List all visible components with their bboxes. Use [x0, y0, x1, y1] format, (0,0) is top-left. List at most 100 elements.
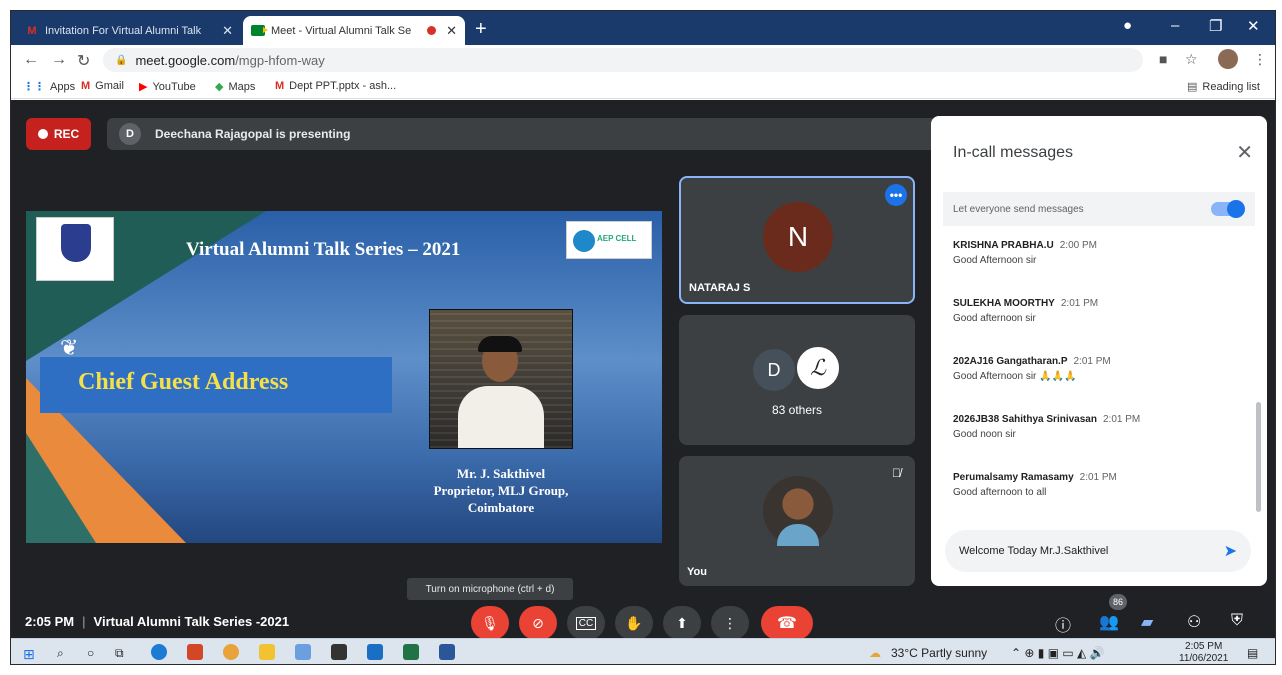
notifications-icon[interactable]: ▤	[1247, 646, 1258, 660]
edge-icon[interactable]	[151, 644, 167, 660]
restore-button[interactable]: ❐	[1209, 17, 1222, 35]
close-window-button[interactable]: ✕	[1247, 17, 1260, 35]
chrome-icon[interactable]	[223, 644, 239, 660]
url-input[interactable]: 🔒 meet.google.com/mgp-hfom-way	[103, 48, 1143, 72]
chief-guest-photo	[429, 309, 573, 449]
tab-meet[interactable]: Meet - Virtual Alumni Talk Se ✕	[243, 16, 465, 45]
leave-call-button[interactable]: ☎	[761, 606, 813, 640]
participant-tile-you[interactable]: 🎙̸ You	[679, 456, 915, 586]
close-tab-icon[interactable]: ✕	[222, 23, 233, 39]
forward-icon[interactable]: →	[51, 51, 67, 69]
presenting-text: Deechana Rajagopal is presenting	[155, 127, 351, 141]
tab-invitation[interactable]: M Invitation For Virtual Alumni Talk ✕	[17, 16, 241, 45]
camera-icon[interactable]: ■	[1159, 51, 1167, 67]
system-tray-icons[interactable]: ⌃ ⊕ ▮ ▣ ▭ ◭ 🔊	[1011, 646, 1105, 660]
slide-caption: Mr. J. Sakthivel Proprietor, MLJ Group, …	[396, 465, 606, 516]
bookmark-apps[interactable]: ⋮⋮ Apps	[23, 80, 75, 94]
bookmark-label: Dept PPT.pptx - ash...	[289, 80, 397, 92]
word-icon[interactable]	[439, 644, 455, 660]
people-icon[interactable]: 👥	[1099, 612, 1119, 632]
cortana-icon[interactable]: ○	[87, 646, 94, 660]
search-icon[interactable]: ⌕	[57, 646, 64, 661]
photo-cap	[478, 336, 522, 352]
office-icon[interactable]	[187, 644, 203, 660]
captions-button[interactable]: CC	[567, 606, 605, 640]
more-options-button[interactable]: ⋮	[711, 606, 749, 640]
banner-text: Chief Guest Address	[78, 369, 289, 395]
task-view-icon[interactable]: ⧉	[115, 646, 124, 661]
self-video	[763, 476, 833, 546]
send-messages-toggle[interactable]	[1211, 200, 1245, 218]
bookmark-gmail[interactable]: M Gmail	[81, 80, 124, 92]
close-icon[interactable]: ✕	[1236, 140, 1253, 165]
activities-icon[interactable]: ⚇	[1187, 612, 1201, 632]
chat-message-input[interactable]: Welcome Today Mr.J.Sakthivel ➤	[945, 530, 1251, 572]
recording-indicator-icon	[427, 26, 437, 35]
chat-scrollbar[interactable]	[1256, 402, 1261, 512]
mail-icon[interactable]	[367, 644, 383, 660]
microphone-toggle-button[interactable]: 🎙	[471, 606, 509, 640]
weather-icon: ☁	[869, 646, 881, 660]
file-explorer-icon[interactable]	[259, 644, 275, 660]
logo-text: AEP CELL	[597, 234, 637, 243]
meet-icon	[251, 25, 268, 36]
profile-avatar[interactable]	[1218, 49, 1238, 69]
bookmark-maps[interactable]: ◆ Maps	[215, 80, 255, 94]
bookmark-youtube[interactable]: ▶ YouTube	[139, 80, 196, 94]
youtube-icon: ▶	[139, 81, 148, 93]
presentation-slide: AEP CELL Virtual Alumni Talk Series – 20…	[26, 211, 662, 543]
message-header: SULEKHA MOORTHY 2:01 PM	[953, 298, 1243, 309]
new-tab-button[interactable]: +	[475, 18, 487, 41]
media-player-icon[interactable]	[295, 644, 311, 660]
taskbar-clock[interactable]: 2:05 PM 11/06/2021	[1179, 641, 1228, 664]
bookmark-dept-ppt[interactable]: M Dept PPT.pptx - ash...	[275, 80, 396, 92]
gmail-icon: M	[275, 80, 285, 92]
screen-frame: M Invitation For Virtual Alumni Talk ✕ M…	[10, 10, 1276, 665]
bookmark-label: Gmail	[95, 80, 124, 92]
message-text: Good afternoon to all	[953, 487, 1047, 498]
message-time: 2:01 PM	[1079, 472, 1117, 483]
reading-list-icon: ▤	[1187, 81, 1198, 93]
message-header: Perumalsamy Ramasamy 2:01 PM	[953, 472, 1243, 483]
message-sender: KRISHNA PRABHA.U	[953, 240, 1054, 251]
host-controls-icon[interactable]: ⛨	[1231, 612, 1243, 630]
meeting-details-icon[interactable]: ⓘ	[1055, 612, 1071, 636]
chat-message: 2026JB38 Sahithya Srinivasan 2:01 PM Good…	[953, 414, 1243, 440]
windows-start-icon[interactable]: ⊞	[23, 646, 35, 663]
close-tab-icon[interactable]: ✕	[446, 23, 457, 39]
chat-message: Perumalsamy Ramasamy 2:01 PM Good afterno…	[953, 472, 1243, 498]
participant-tile-nataraj[interactable]: N ••• NATARAJ S	[679, 176, 915, 304]
message-time: 2:00 PM	[1059, 240, 1097, 251]
excel-icon[interactable]	[403, 644, 419, 660]
menu-kebab-icon[interactable]: ⋮	[1253, 51, 1267, 68]
reading-list-button[interactable]: ▤ Reading list	[1187, 80, 1260, 94]
present-button[interactable]: ⬆	[663, 606, 701, 640]
browser-tab-bar: M Invitation For Virtual Alumni Talk ✕ M…	[11, 11, 1275, 45]
others-count: 83 others	[771, 403, 823, 417]
avatar: N	[763, 202, 833, 272]
back-icon[interactable]: ←	[23, 51, 39, 69]
maps-icon: ◆	[215, 81, 224, 93]
more-options-icon[interactable]: •••	[885, 184, 907, 206]
reload-icon[interactable]: ↻	[77, 51, 90, 71]
message-text: Good afternoon sir	[953, 313, 1036, 324]
store-icon[interactable]	[331, 644, 347, 660]
in-call-messages-panel: In-call messages ✕ Let everyone send mes…	[931, 116, 1267, 586]
participant-tile-others[interactable]: D ℒ 83 others	[679, 315, 915, 445]
chat-icon[interactable]: ▰	[1141, 612, 1153, 632]
slide-banner: Chief Guest Address	[40, 357, 392, 413]
minimize-button[interactable]: –	[1171, 17, 1179, 34]
mic-off-icon: 🎙̸	[892, 466, 901, 480]
bookmark-star-icon[interactable]: ☆	[1185, 51, 1198, 68]
bookmark-label: YouTube	[152, 80, 196, 93]
url-path: /mgp-hfom-way	[235, 52, 325, 68]
weather-text[interactable]: 33°C Partly sunny	[891, 646, 987, 660]
captions-icon: CC	[575, 616, 597, 630]
message-header: KRISHNA PRABHA.U 2:00 PM	[953, 240, 1243, 251]
taskbar-time: 2:05 PM	[1185, 641, 1223, 652]
raise-hand-button[interactable]: ✋	[615, 606, 653, 640]
profile-status-icon[interactable]: ●	[1123, 17, 1132, 34]
chat-message: SULEKHA MOORTHY 2:01 PM Good afternoon si…	[953, 298, 1243, 324]
send-icon[interactable]: ➤	[1224, 541, 1237, 561]
camera-toggle-button[interactable]: ⊘	[519, 606, 557, 640]
